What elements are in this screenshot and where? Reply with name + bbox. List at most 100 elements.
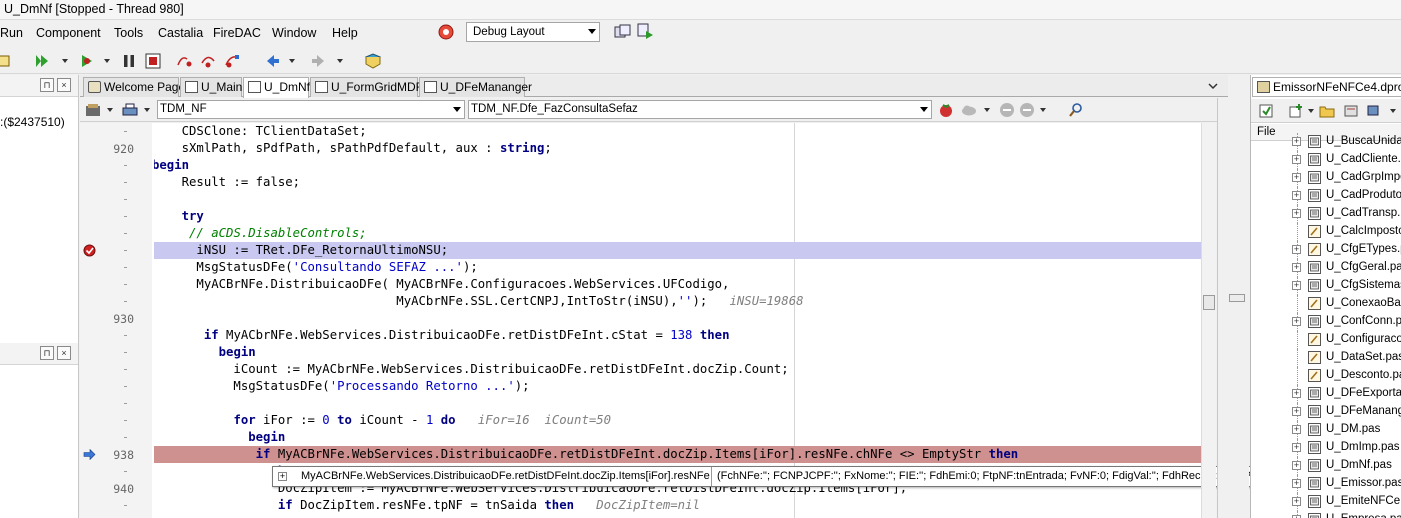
gutter-line[interactable] [80,514,152,518]
project-file-item[interactable]: + U_BuscaUnidade [1251,133,1401,151]
gutter-line[interactable] [80,191,152,208]
gutter-line[interactable] [80,293,152,310]
forward-dropdown-icon[interactable] [337,59,343,63]
code-line[interactable]: sXmlPath, sPdfPath, sPathPdfDefault, aux… [152,140,1201,157]
pin-icon[interactable]: ⊓ [40,346,54,360]
code-line[interactable]: begin [152,157,1201,174]
project-file-item[interactable]: + U_DmNf.pas [1251,457,1401,475]
project-file-item[interactable]: U_CalcImposto.pas [1251,223,1401,241]
code-line[interactable]: // aCDS.DisableControls; [152,225,1201,242]
gutter-line[interactable] [80,157,152,174]
gutter-line[interactable]: 920 [80,140,152,157]
project-file-item[interactable]: + U_EmiteNFCe.pas [1251,493,1401,511]
project-file-item[interactable]: + U_CadCliente.pas [1251,151,1401,169]
expand-icon[interactable]: + [278,472,287,481]
cloud-dropdown-icon[interactable] [984,108,990,112]
gutter-line[interactable] [80,259,152,276]
code-line[interactable]: begin [152,344,1201,361]
expand-icon[interactable]: + [1292,281,1301,290]
print-icon[interactable] [121,101,139,119]
tab-u-dmnf[interactable]: U_DmNf [243,77,310,98]
expand-icon[interactable]: + [1292,173,1301,182]
back-icon[interactable] [264,52,282,70]
project-file-item[interactable]: + U_CadTransp.pas [1251,205,1401,223]
editor-gutter[interactable]: 920 930 938 940 [80,123,152,518]
add-icon[interactable] [1287,102,1305,120]
gutter-line[interactable]: 940 [80,480,152,497]
back-dropdown-icon[interactable] [289,59,295,63]
code-line[interactable] [152,191,1201,208]
code-line[interactable] [152,310,1201,327]
pin-icon[interactable]: ⊓ [40,78,54,92]
menu-tools[interactable]: Tools [114,26,143,40]
gutter-line[interactable] [80,208,152,225]
project-file-item[interactable]: U_Configuracoes.pas [1251,331,1401,349]
project-file-item[interactable]: + U_Emissor.pas [1251,475,1401,493]
code-editor[interactable]: CDSClone: TClientDataSet; sXmlPath, sPdf… [152,123,1201,518]
expand-icon[interactable]: + [1292,317,1301,326]
expand-icon[interactable]: + [1292,461,1301,470]
gutter-line[interactable] [80,463,152,480]
run-without-debug-icon[interactable] [78,52,96,70]
expand-icon[interactable]: + [1292,425,1301,434]
nav-dropdown-icon[interactable] [1040,108,1046,112]
gutter-line[interactable] [80,344,152,361]
close-icon[interactable]: × [57,346,71,360]
expand-icon[interactable]: + [1292,479,1301,488]
run-options-dropdown-icon[interactable] [104,59,110,63]
tab-welcome-page[interactable]: Welcome Page [83,77,185,97]
code-line[interactable]: MyACBrNFe.DistribuicaoDFe( MyACBrNFe.Con… [152,276,1201,293]
expand-icon[interactable]: + [1292,245,1301,254]
code-line[interactable]: begin [152,429,1201,446]
toggle-form-dropdown-icon[interactable] [107,108,113,112]
toggle-form-icon[interactable] [84,101,102,119]
help-book-icon[interactable] [364,52,382,70]
code-line[interactable]: MsgStatusDFe('Consultando SEFAZ ...'); [152,259,1201,276]
expand-icon[interactable]: + [1292,497,1301,506]
sync-icon[interactable] [1342,102,1360,120]
editor-vertical-scrollbar[interactable] [1201,123,1216,518]
gutter-line[interactable] [80,429,152,446]
unit-combo[interactable]: TDM_NF [157,100,465,119]
expand-icon[interactable]: + [1292,137,1301,146]
print-dropdown-icon[interactable] [144,108,150,112]
view-dropdown-icon[interactable] [1390,109,1396,113]
project-file-item[interactable]: + U_DFeMananger.pas [1251,403,1401,421]
gutter-line[interactable] [80,412,152,429]
project-file-item[interactable]: + U_CadGrpImpostos.pas [1251,169,1401,187]
code-line[interactable]: iCount := MyACbrNFe.WebServices.Distribu… [152,361,1201,378]
project-file-item[interactable]: U_ConexaoBanco.pas [1251,295,1401,313]
menu-firedac[interactable]: FireDAC [213,26,261,40]
gutter-line[interactable] [80,378,152,395]
tab-u-main[interactable]: U_Main [180,77,242,97]
code-line[interactable] [152,514,1201,518]
splitter-grip[interactable] [1229,294,1245,302]
code-line[interactable]: iNSU := TRet.DFe_RetornaUltimoNSU; [152,242,1201,259]
run-dropdown-icon[interactable] [62,59,68,63]
code-line[interactable]: CDSClone: TClientDataSet; [152,123,1201,140]
apply-layout-icon[interactable] [637,23,655,41]
code-line[interactable]: if MyACbrNFe.WebServices.DistribuicaoDFe… [152,327,1201,344]
save-layout-icon[interactable] [614,23,632,41]
strawberry-icon[interactable] [937,101,955,119]
gutter-line[interactable]: 938 [80,446,152,463]
gutter-line[interactable] [80,497,152,514]
project-file-item[interactable]: + U_DM.pas [1251,421,1401,439]
gutter-line[interactable] [80,276,152,293]
code-line[interactable] [152,395,1201,412]
gutter-line[interactable] [80,327,152,344]
cloud-icon[interactable] [960,101,978,119]
gutter-line[interactable] [80,395,152,412]
project-tab[interactable]: EmissorNFeNFCe4.dproj - Projects [1252,77,1401,97]
project-file-item[interactable]: + U_CfgETypes.pas [1251,241,1401,259]
nav-forward-icon[interactable] [1018,101,1036,119]
project-file-item[interactable]: +U_Empresa.pas [1251,511,1401,518]
search-icon[interactable] [1067,101,1085,119]
view-icon[interactable] [1367,102,1385,120]
gutter-line[interactable] [80,123,152,140]
expand-icon[interactable]: + [1292,209,1301,218]
tab-u-formgridmdfe[interactable]: U_FormGridMDFe [310,77,430,97]
run-icon[interactable] [33,52,51,70]
new-item-icon[interactable] [0,52,12,70]
code-line[interactable]: for iFor := 0 to iCount - 1 do iFor=16 i… [152,412,1201,429]
